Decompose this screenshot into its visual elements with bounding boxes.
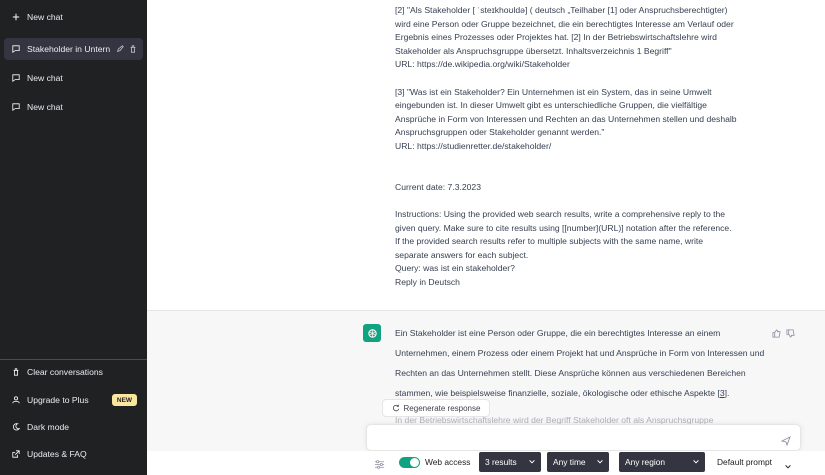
time-select[interactable]: Any time <box>547 452 609 472</box>
sliders-icon[interactable] <box>374 457 385 469</box>
dark-mode-label: Dark mode <box>27 422 70 432</box>
clear-conversations-label: Clear conversations <box>27 367 103 377</box>
send-icon[interactable] <box>780 433 791 447</box>
assistant-text-end: ]. <box>724 388 730 398</box>
regenerate-label: Regenerate response <box>403 403 481 413</box>
external-link-icon <box>12 450 20 458</box>
delete-icon[interactable] <box>129 45 137 53</box>
chat-bubble-icon <box>12 103 20 111</box>
chat-item-stakeholder[interactable]: Stakeholder in Untern <box>4 38 143 60</box>
chevron-down-icon <box>528 458 536 466</box>
refresh-icon <box>392 404 404 412</box>
regenerate-response-button[interactable]: Regenerate response <box>382 399 490 417</box>
sidebar: New chat Stakeholder in Untern New chat … <box>0 0 147 475</box>
chatgpt-logo-icon <box>363 324 381 342</box>
updates-faq-label: Updates & FAQ <box>27 449 87 459</box>
chat-item-label: New chat <box>27 102 63 112</box>
chat-item-label: New chat <box>27 73 63 83</box>
chat-bubble-icon <box>12 45 20 53</box>
chat-bubble-icon <box>12 74 20 82</box>
thumbs-down-icon[interactable] <box>786 325 795 338</box>
toggle-knob <box>410 458 419 467</box>
app-window: New chat Stakeholder in Untern New chat … <box>0 0 825 475</box>
chat-item-new-2[interactable]: New chat <box>4 96 143 118</box>
new-chat-label: New chat <box>27 12 63 22</box>
chevron-down-icon <box>692 458 700 466</box>
new-chat-button[interactable]: New chat <box>4 6 143 28</box>
prompt-select[interactable]: Default prompt <box>717 457 772 467</box>
plus-icon <box>12 13 20 21</box>
user-icon <box>12 396 20 404</box>
trash-icon <box>12 368 20 376</box>
chat-item-label: Stakeholder in Untern <box>27 44 111 54</box>
new-badge: NEW <box>112 394 137 406</box>
updates-faq-button[interactable]: Updates & FAQ <box>4 443 143 465</box>
chat-item-new-1[interactable]: New chat <box>4 67 143 89</box>
edit-icon[interactable] <box>116 45 124 53</box>
web-access-label: Web access <box>425 457 471 467</box>
dark-mode-button[interactable]: Dark mode <box>4 416 143 438</box>
chevron-down-icon[interactable] <box>784 458 792 469</box>
message-input[interactable] <box>366 424 801 451</box>
clear-conversations-button[interactable]: Clear conversations <box>4 361 143 383</box>
region-value: Any region <box>625 457 666 467</box>
moon-icon <box>12 423 20 431</box>
chevron-down-icon <box>596 458 604 466</box>
web-access-toggle[interactable] <box>399 457 420 468</box>
assistant-message-text: Ein Stakeholder ist eine Person oder Gru… <box>395 323 767 403</box>
upgrade-label: Upgrade to Plus <box>27 395 89 405</box>
results-value: 3 results <box>485 457 517 467</box>
sidebar-divider <box>0 359 147 360</box>
user-message: [2] "Als Stakeholder [ ˈsteɪkhoʊldə] ( d… <box>147 0 825 310</box>
results-select[interactable]: 3 results <box>479 452 541 472</box>
time-value: Any time <box>553 457 586 467</box>
region-select[interactable]: Any region <box>619 452 705 472</box>
assistant-text-body: Ein Stakeholder ist eine Person oder Gru… <box>395 328 765 398</box>
user-message-text: [2] "Als Stakeholder [ ˈsteɪkhoʊldə] ( d… <box>395 5 737 287</box>
thumbs-up-icon[interactable] <box>772 325 781 338</box>
